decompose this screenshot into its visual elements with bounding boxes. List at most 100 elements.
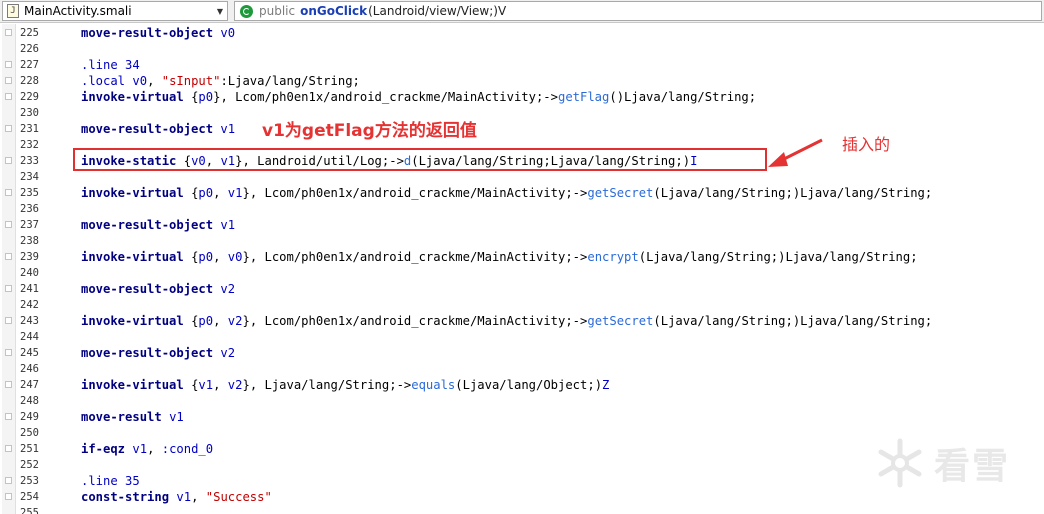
line-number: 227 bbox=[20, 59, 39, 71]
line-number: 229 bbox=[20, 91, 39, 103]
code-token: v1 bbox=[169, 410, 184, 424]
code-token: equals bbox=[411, 378, 456, 392]
line-number: 235 bbox=[20, 187, 39, 199]
code-text: move-result-object v0 bbox=[81, 25, 235, 41]
code-token: v0 bbox=[220, 26, 236, 40]
code-line[interactable]: 248 bbox=[0, 393, 1044, 409]
code-line[interactable]: 249 move-result v1 bbox=[0, 409, 1044, 425]
arrow-icon bbox=[768, 138, 823, 167]
code-token: , bbox=[213, 314, 228, 328]
code-line[interactable]: 229 invoke-virtual {p0}, Lcom/ph0en1x/and… bbox=[0, 89, 1044, 105]
code-token: (Ljava/lang/String;)Ljava/lang/String; bbox=[653, 186, 933, 200]
code-token: Z bbox=[602, 378, 610, 392]
insert-annotation: 插入的 bbox=[842, 135, 891, 154]
watermark-text: 看雪 bbox=[934, 446, 1011, 487]
line-number: 250 bbox=[20, 427, 39, 439]
chevron-down-icon[interactable]: ▼ bbox=[213, 7, 227, 16]
code-token: }, Lcom/ph0en1x/android_crackme/MainActi… bbox=[213, 90, 558, 104]
code-token: , bbox=[213, 186, 228, 200]
code-token: (Ljava/lang/String;)Ljava/lang/String; bbox=[638, 250, 918, 264]
code-line[interactable]: 242 bbox=[0, 297, 1044, 313]
method-signature: (Landroid/view/View;)V bbox=[368, 4, 507, 18]
code-token: invoke-virtual bbox=[81, 250, 184, 264]
inserted-line-highlight bbox=[73, 148, 767, 171]
code-line[interactable]: 245 move-result-object v2 bbox=[0, 345, 1044, 361]
code-text: .local v0, "sInput":Ljava/lang/String; bbox=[81, 73, 360, 89]
code-token: v2 bbox=[227, 378, 243, 392]
code-text: .line 34 bbox=[81, 57, 140, 73]
watermark: 看雪 bbox=[872, 435, 1010, 491]
code-token: getSecret bbox=[587, 186, 654, 200]
code-line[interactable]: 230 bbox=[0, 105, 1044, 121]
line-number: 233 bbox=[20, 155, 39, 167]
code-text: move-result-object v2 bbox=[81, 281, 235, 297]
code-token: :cond_0 bbox=[161, 442, 214, 456]
file-name: MainActivity.smali bbox=[24, 4, 132, 18]
code-line[interactable]: 236 bbox=[0, 201, 1044, 217]
code-token: v1 bbox=[198, 378, 214, 392]
code-line[interactable]: 237 move-result-object v1 bbox=[0, 217, 1044, 233]
code-token: move-result-object bbox=[81, 346, 214, 360]
code-text: move-result-object v1 bbox=[81, 217, 235, 233]
v1-annotation: v1为getFlag方法的返回值 bbox=[262, 121, 477, 141]
code-token: { bbox=[183, 314, 199, 328]
code-token: .local bbox=[81, 74, 126, 88]
code-text: invoke-virtual {p0, v2}, Lcom/ph0en1x/an… bbox=[81, 313, 932, 329]
code-token: if-eqz bbox=[81, 442, 126, 456]
code-line[interactable]: 228 .local v0, "sInput":Ljava/lang/String… bbox=[0, 73, 1044, 89]
line-number: 228 bbox=[20, 75, 39, 87]
code-token: (Ljava/lang/String;)Ljava/lang/String; bbox=[653, 314, 933, 328]
line-number: 226 bbox=[20, 43, 39, 55]
code-line[interactable]: 246 bbox=[0, 361, 1044, 377]
code-line[interactable]: 239 invoke-virtual {p0, v0}, Lcom/ph0en1x… bbox=[0, 249, 1044, 265]
line-number: 245 bbox=[20, 347, 39, 359]
code-text: invoke-virtual {p0, v1}, Lcom/ph0en1x/an… bbox=[81, 185, 932, 201]
code-token: move-result-object bbox=[81, 218, 214, 232]
code-line[interactable]: 255 bbox=[0, 505, 1044, 514]
code-line[interactable]: 243 invoke-virtual {p0, v2}, Lcom/ph0en1x… bbox=[0, 313, 1044, 329]
code-token: , bbox=[147, 442, 162, 456]
code-token: v1 bbox=[227, 186, 243, 200]
code-text: move-result-object v2 bbox=[81, 345, 235, 361]
line-number: 252 bbox=[20, 459, 39, 471]
line-number: 242 bbox=[20, 299, 39, 311]
code-token: ()Ljava/lang/String; bbox=[609, 90, 757, 104]
line-number: 243 bbox=[20, 315, 39, 327]
code-token: p0 bbox=[198, 314, 214, 328]
code-token: }, Lcom/ph0en1x/android_crackme/MainActi… bbox=[242, 186, 588, 200]
line-number: 254 bbox=[20, 491, 39, 503]
code-token: , bbox=[191, 490, 206, 504]
method-dropdown[interactable]: public onGoClick (Landroid/view/View;)V bbox=[234, 1, 1042, 21]
code-token: }, Lcom/ph0en1x/android_crackme/MainActi… bbox=[242, 314, 588, 328]
code-line[interactable]: 244 bbox=[0, 329, 1044, 345]
code-token: v1 bbox=[220, 218, 236, 232]
code-line[interactable]: 227 .line 34 bbox=[0, 57, 1044, 73]
code-line[interactable]: 240 bbox=[0, 265, 1044, 281]
code-text: if-eqz v1, :cond_0 bbox=[81, 441, 213, 457]
code-line[interactable]: 238 bbox=[0, 233, 1044, 249]
code-text: invoke-virtual {p0, v0}, Lcom/ph0en1x/an… bbox=[81, 249, 918, 265]
code-line[interactable]: 254 const-string v1, "Success" bbox=[0, 489, 1044, 505]
code-line[interactable]: 225 move-result-object v0 bbox=[0, 25, 1044, 41]
code-token: invoke-virtual bbox=[81, 378, 184, 392]
code-line[interactable]: 226 bbox=[0, 41, 1044, 57]
code-token: 34 bbox=[125, 58, 140, 72]
code-line[interactable]: 247 invoke-virtual {v1, v2}, Ljava/lang/S… bbox=[0, 377, 1044, 393]
method-name: onGoClick bbox=[300, 4, 368, 18]
code-line[interactable]: 241 move-result-object v2 bbox=[0, 281, 1044, 297]
line-number: 234 bbox=[20, 171, 39, 183]
code-text: invoke-virtual {p0}, Lcom/ph0en1x/androi… bbox=[81, 89, 756, 105]
code-line[interactable]: 234 bbox=[0, 169, 1044, 185]
line-number: 238 bbox=[20, 235, 39, 247]
code-token: , bbox=[213, 378, 228, 392]
code-token: invoke-virtual bbox=[81, 186, 184, 200]
line-number: 231 bbox=[20, 123, 39, 135]
file-dropdown[interactable]: J MainActivity.smali ▼ bbox=[2, 1, 228, 21]
java-file-icon: J bbox=[7, 4, 19, 18]
code-token: v2 bbox=[220, 346, 236, 360]
code-line[interactable]: 235 invoke-virtual {p0, v1}, Lcom/ph0en1x… bbox=[0, 185, 1044, 201]
line-number: 236 bbox=[20, 203, 39, 215]
code-text: move-result v1 bbox=[81, 409, 184, 425]
code-token: }, Ljava/lang/String;-> bbox=[242, 378, 412, 392]
